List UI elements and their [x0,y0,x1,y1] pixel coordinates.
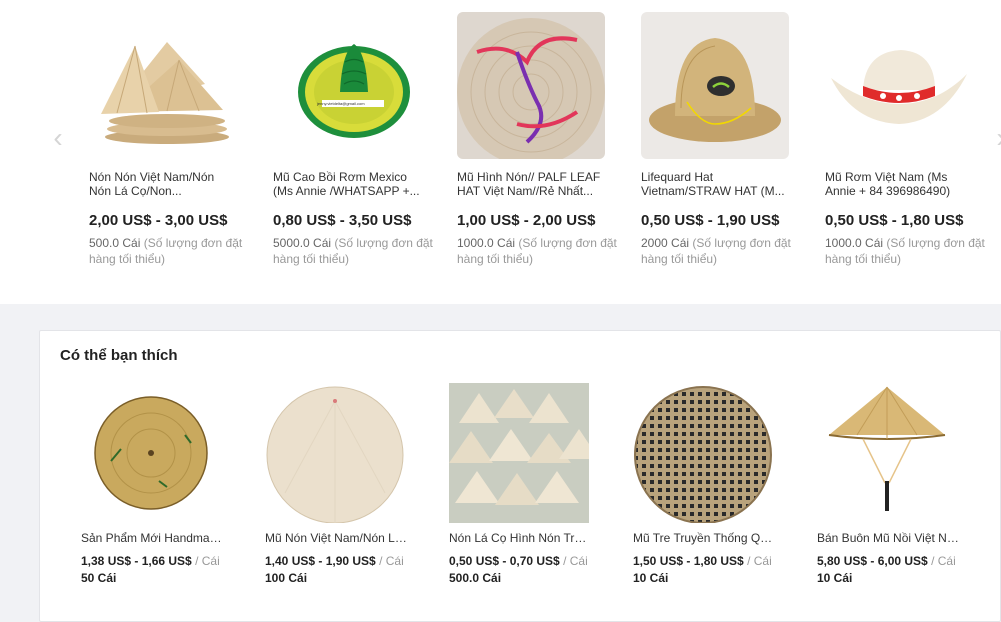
price-range: 1,40 US$ - 1,90 US$ [265,554,376,568]
product-qty: 100 Cái [265,571,308,585]
product-title[interactable]: Lifequard Hat Vietnam/STRAW HAT (M... [641,170,791,198]
product-price: 2,00 US$ - 3,00 US$ [89,212,228,229]
product-image[interactable] [265,383,405,523]
product-title[interactable]: Mũ Tre Truyền Thống Quạt [633,531,775,545]
product-title[interactable]: Sản Phẩm Mới Handmade Nón Lá [81,531,223,545]
product-price: 1,50 US$ - 1,80 US$ / Cái [633,554,772,568]
price-range: 1,50 US$ - 1,80 US$ [633,554,744,568]
price-unit: / Cái [747,554,772,568]
price-range: 5,80 US$ - 6,00 US$ [817,554,928,568]
product-price: 1,00 US$ - 2,00 US$ [457,212,596,229]
moq-quantity: 500.0 Cái [89,236,141,250]
product-image[interactable]: jenny.vietdelta@gmail.com [283,12,413,159]
product-title[interactable]: Nón Nón Việt Nam/Nón Nón Lá Cọ/Non... [89,170,239,198]
product-title[interactable]: Bán Buôn Mũ Nồi Việt Nam [817,531,959,545]
product-moq: 1000.0 Cái (Số lượng đơn đặt hàng tối th… [825,235,985,267]
chevron-right-icon[interactable]: › [991,118,1001,158]
price-range: 1,38 US$ - 1,66 US$ [81,554,192,568]
price-range: 0,50 US$ - 0,70 US$ [449,554,560,568]
product-title[interactable]: Mũ Rơm Việt Nam (Ms Annie + 84 396986490… [825,170,975,198]
product-image[interactable] [87,12,235,159]
product-moq: 5000.0 Cái (Số lượng đơn đặt hàng tối th… [273,235,433,267]
product-image[interactable] [449,383,589,523]
product-image[interactable] [825,12,973,159]
product-qty: 10 Cái [817,571,853,585]
product-price: 5,80 US$ - 6,00 US$ / Cái [817,554,956,568]
product-qty: 50 Cái [81,571,117,585]
price-unit: / Cái [563,554,588,568]
product-moq: 1000.0 Cái (Số lượng đơn đặt hàng tối th… [457,235,617,267]
product-qty: 10 Cái [633,571,669,585]
product-moq: 2000 Cái (Số lượng đơn đặt hàng tối thiể… [641,235,801,267]
section-title: Có thể bạn thích [60,347,178,364]
product-title[interactable]: Nón Lá Cọ Hình Nón Truyền Thống [449,531,591,545]
moq-quantity: 1000.0 Cái [457,236,516,250]
product-price: 0,50 US$ - 1,90 US$ [641,212,780,229]
product-title[interactable]: Mũ Nón Việt Nam/Nón Lá Trắng [265,531,407,545]
product-image[interactable] [817,383,957,523]
moq-quantity: 2000 Cái [641,236,690,250]
price-unit: / Cái [195,554,220,568]
product-image[interactable] [457,12,605,159]
product-image[interactable] [81,383,221,523]
product-price: 0,50 US$ - 1,80 US$ [825,212,964,229]
image-caption: jenny.vietdelta@gmail.com [317,101,365,106]
product-price: 0,80 US$ - 3,50 US$ [273,212,412,229]
product-price: 1,38 US$ - 1,66 US$ / Cái [81,554,220,568]
product-price: 0,50 US$ - 0,70 US$ / Cái [449,554,588,568]
product-price: 1,40 US$ - 1,90 US$ / Cái [265,554,404,568]
price-unit: / Cái [931,554,956,568]
recommend-section: Có thể bạn thích Sản Phẩm Mới Handmade N… [39,330,1001,622]
product-qty: 500.0 Cái [449,571,502,585]
product-image[interactable] [633,383,773,523]
product-image[interactable] [641,12,789,159]
product-carousel: ‹ › Nón Nón Việt Nam/Nón Nón Lá Cọ/Non..… [0,0,1001,304]
price-unit: / Cái [379,554,404,568]
chevron-left-icon[interactable]: ‹ [48,118,68,158]
product-title[interactable]: Mũ Hình Nón// PALF LEAF HAT Việt Nam//Rẻ… [457,170,607,198]
moq-quantity: 5000.0 Cái [273,236,332,250]
product-moq: 500.0 Cái (Số lượng đơn đặt hàng tối thi… [89,235,249,267]
moq-quantity: 1000.0 Cái [825,236,884,250]
product-title[interactable]: Mũ Cao Bồi Rơm Mexico (Ms Annie /WHATSAP… [273,170,423,198]
